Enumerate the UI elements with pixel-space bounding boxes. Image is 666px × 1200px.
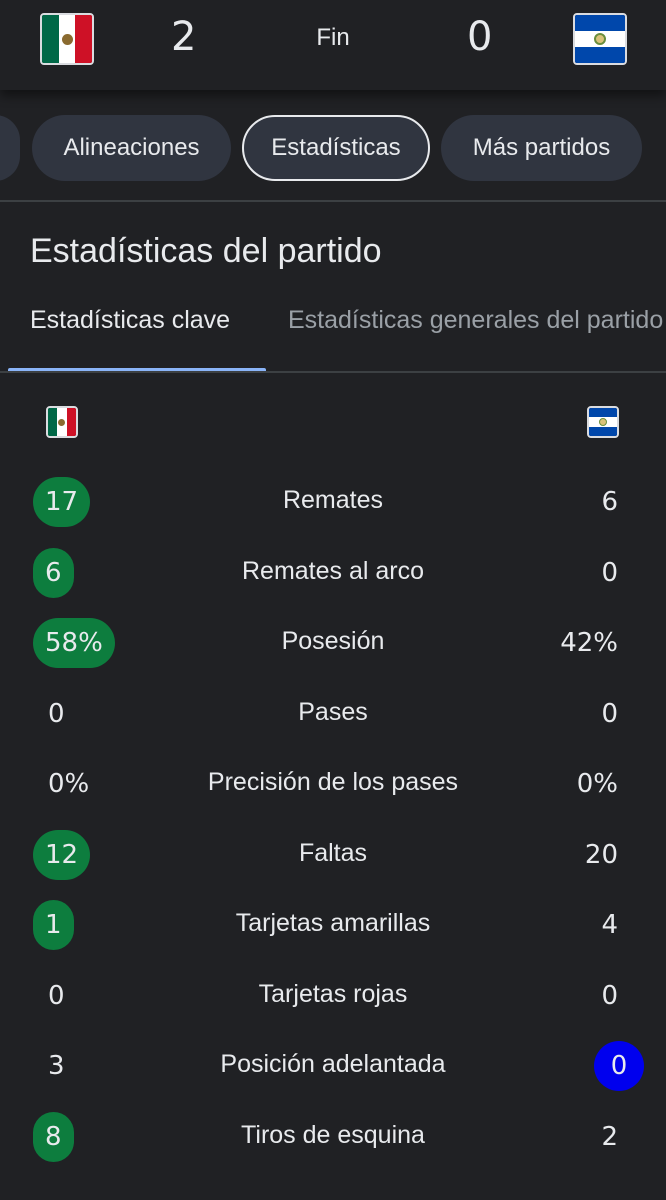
stat-label: Pases	[298, 697, 368, 726]
home-stat-value: 17	[33, 477, 91, 527]
score-header: 2 Fin 0	[0, 0, 666, 90]
stat-label: Remates	[282, 486, 384, 514]
away-stat-value: 0	[594, 1041, 644, 1091]
home-stat-value: 3	[48, 1051, 65, 1081]
stat-row: 3 Posición adelantada 0	[0, 1041, 666, 1101]
home-stat-value: 0%	[48, 769, 90, 799]
tab-estadisticas-clave[interactable]: Estadísticas clave	[30, 306, 230, 335]
stat-row: 6 Remates al arco 0	[0, 547, 666, 608]
stat-label: Precisión de los pases	[207, 768, 459, 796]
away-score: 0	[467, 14, 493, 60]
chip-mas-partidos[interactable]: Más partidos	[441, 115, 642, 181]
match-status: Fin	[316, 24, 350, 51]
chip-estadisticas[interactable]: Estadísticas	[242, 115, 430, 181]
stat-row: 58% Posesión 42%	[0, 618, 666, 678]
el-salvador-flag-icon	[587, 406, 619, 438]
away-stat-value: 42%	[560, 628, 618, 658]
home-stat-value: 1	[33, 900, 74, 950]
mexico-flag-icon[interactable]	[40, 13, 94, 65]
away-stat-value: 6	[601, 487, 618, 517]
home-stat-value: 8	[33, 1111, 74, 1162]
away-stat-value: 20	[584, 839, 618, 870]
stat-label: Posición adelantada	[220, 1050, 446, 1078]
divider	[0, 200, 666, 202]
home-stat-value: 0	[48, 980, 65, 1011]
away-stat-value: 2	[601, 1121, 618, 1152]
stat-row: 0 Tarjetas rojas 0	[0, 971, 666, 1031]
away-stat-value: 0	[601, 980, 618, 1011]
stat-label: Tarjetas amarillas	[235, 909, 431, 937]
mexico-flag-icon	[46, 406, 78, 438]
home-stat-value: 12	[33, 829, 91, 880]
home-stat-value: 0	[48, 698, 65, 729]
stat-label: Posesión	[281, 627, 385, 655]
tabs-divider	[0, 371, 666, 373]
section-title: Estadísticas del partido	[30, 232, 382, 270]
home-score: 2	[171, 14, 197, 60]
away-stat-value: 4	[601, 910, 618, 940]
stat-row: 0 Pases 0	[0, 689, 666, 749]
away-stat-value: 0%	[576, 769, 618, 799]
stat-label: Tiros de esquina	[241, 1120, 425, 1149]
stat-row: 12 Faltas 20	[0, 829, 666, 890]
el-salvador-flag-icon[interactable]	[573, 13, 627, 65]
tab-estadisticas-generales[interactable]: Estadísticas generales del partido	[288, 306, 663, 335]
stat-row: 0% Precisión de los pases 0%	[0, 759, 666, 819]
home-stat-value: 6	[33, 547, 74, 598]
chip-previous[interactable]	[0, 115, 20, 181]
away-stat-value: 0	[601, 557, 618, 588]
stat-label: Tarjetas rojas	[258, 979, 408, 1008]
chip-alineaciones[interactable]: Alineaciones	[32, 115, 231, 181]
home-stat-value: 58%	[33, 618, 115, 668]
away-stat-value: 0	[601, 698, 618, 729]
stat-row: 17 Remates 6	[0, 477, 666, 537]
stat-row: 1 Tarjetas amarillas 4	[0, 900, 666, 960]
stat-label: Remates al arco	[241, 556, 425, 585]
stat-row: 8 Tiros de esquina 2	[0, 1111, 666, 1172]
stat-label: Faltas	[298, 838, 368, 867]
